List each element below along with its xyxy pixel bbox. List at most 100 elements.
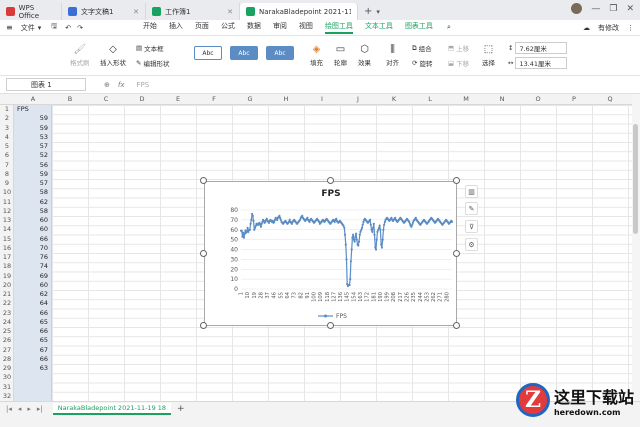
cell-value[interactable]: 70 — [40, 244, 48, 252]
row-header[interactable]: 27 — [0, 346, 14, 354]
cell-value[interactable]: 76 — [40, 253, 48, 261]
next-sheet-icon[interactable]: ▸ — [27, 405, 31, 413]
menu-review[interactable]: 审阅 — [273, 21, 287, 34]
format-brush-button[interactable]: 🖌 格式刷 — [70, 44, 90, 67]
first-sheet-icon[interactable]: |◂ — [6, 405, 12, 413]
column-header[interactable]: L — [412, 95, 448, 103]
row-header[interactable]: 4 — [0, 133, 14, 141]
hamburger-icon[interactable]: ≡ — [6, 23, 13, 32]
row-header[interactable]: 31 — [0, 383, 14, 391]
menu-page[interactable]: 页面 — [195, 21, 209, 34]
menu-drawing-tools[interactable]: 绘图工具 — [324, 21, 353, 34]
row-header[interactable]: 18 — [0, 262, 14, 270]
menu-formula[interactable]: 公式 — [221, 21, 235, 34]
row-header[interactable]: 21 — [0, 290, 14, 298]
column-header[interactable]: H — [268, 95, 304, 103]
row-header[interactable]: 14 — [0, 225, 14, 233]
cell-value[interactable]: 66 — [40, 327, 48, 335]
cell-value[interactable]: 60 — [40, 225, 48, 233]
sheet-tab[interactable]: NarakaBladepoint 2021-11-19 18 — [52, 402, 172, 415]
column-a-cells[interactable]: FPS 59 59 53 57 52 56 59 57 58 62 58 60 60 66 70 76 74 69 6… — [14, 105, 52, 401]
column-header[interactable]: B — [52, 95, 88, 103]
row-header[interactable]: 10 — [0, 188, 14, 196]
row-header[interactable]: 32 — [0, 392, 14, 400]
row-header[interactable]: 5 — [0, 142, 14, 150]
zoom-icon[interactable]: ⊕ — [104, 81, 110, 89]
column-header[interactable]: M — [448, 95, 484, 103]
restore-icon[interactable]: ❐ — [609, 4, 617, 14]
row-header[interactable]: 3 — [0, 124, 14, 132]
close-tab-icon[interactable]: ✕ — [227, 8, 233, 16]
search-icon[interactable]: ⌕ — [447, 23, 451, 32]
more-icon[interactable]: ⋮ — [627, 24, 634, 32]
outline-button[interactable]: ▭ 轮廓 — [334, 44, 347, 67]
resize-handle-ml[interactable] — [200, 250, 207, 257]
cell-value[interactable]: 56 — [40, 161, 48, 169]
row-header[interactable]: 13 — [0, 216, 14, 224]
row-header[interactable]: 2 — [0, 114, 14, 122]
redo-icon[interactable]: ↷ — [77, 24, 83, 32]
cell-value[interactable]: 63 — [40, 364, 48, 372]
cell-value[interactable]: 57 — [40, 179, 48, 187]
resize-handle-tr[interactable] — [453, 177, 460, 184]
close-tab-icon[interactable]: ✕ — [133, 8, 139, 16]
cell-value[interactable]: 66 — [40, 235, 48, 243]
cell-value[interactable]: 58 — [40, 188, 48, 196]
group-button[interactable]: ⧉ 组合 — [412, 43, 432, 54]
row-header[interactable]: 11 — [0, 198, 14, 206]
chart-settings-icon[interactable]: ⚙ — [465, 238, 478, 251]
new-tab-button[interactable]: + — [364, 6, 372, 17]
cell-value[interactable]: 65 — [40, 336, 48, 344]
row-header[interactable]: 19 — [0, 272, 14, 280]
cell-value[interactable]: 66 — [40, 355, 48, 363]
edit-shape-button[interactable]: ✎ 编辑形状 — [136, 58, 169, 68]
align-button[interactable]: ⫼ 对齐 — [386, 44, 399, 67]
resize-handle-bc[interactable] — [327, 322, 334, 329]
cell-value[interactable]: 59 — [40, 114, 48, 122]
row-header[interactable]: 8 — [0, 170, 14, 178]
column-header[interactable]: C — [88, 95, 124, 103]
column-header[interactable]: Q — [592, 95, 628, 103]
chart-filter-icon[interactable]: ⊽ — [465, 220, 478, 233]
column-header[interactable]: K — [376, 95, 412, 103]
cell-value[interactable]: 62 — [40, 290, 48, 298]
chart-elements-icon[interactable]: ▥ — [465, 185, 478, 198]
name-box[interactable]: 图表 1 — [6, 78, 86, 91]
close-icon[interactable]: ✕ — [626, 4, 634, 14]
add-sheet-button[interactable]: + — [177, 404, 185, 414]
tab-naraka-sheet[interactable]: NarakaBladepoint 2021-11-19 1 — [240, 3, 358, 20]
save-icon[interactable]: 🖫 — [51, 22, 57, 33]
cell-value[interactable]: 60 — [40, 281, 48, 289]
row-header[interactable]: 16 — [0, 244, 14, 252]
undo-icon[interactable]: ↶ — [65, 24, 71, 32]
column-header[interactable]: O — [520, 95, 556, 103]
cell-value[interactable]: FPS — [17, 105, 29, 113]
cell-value[interactable]: 59 — [40, 124, 48, 132]
fx-label[interactable]: fx — [118, 81, 125, 89]
column-header[interactable]: D — [124, 95, 160, 103]
cell-value[interactable]: 66 — [40, 309, 48, 317]
row-header[interactable]: 12 — [0, 207, 14, 215]
style-sample-outline[interactable]: Abc — [194, 46, 222, 60]
menu-chart-tools[interactable]: 图表工具 — [405, 21, 433, 34]
resize-handle-bl[interactable] — [200, 322, 207, 329]
tab-document[interactable]: 文字文稿1 ✕ — [62, 3, 146, 20]
prev-sheet-icon[interactable]: ◂ — [18, 405, 22, 413]
effect-button[interactable]: ⬡ 效果 — [358, 44, 371, 67]
column-header[interactable]: I — [304, 95, 340, 103]
row-header[interactable]: 26 — [0, 336, 14, 344]
column-header[interactable]: A — [14, 95, 52, 103]
column-header[interactable]: G — [232, 95, 268, 103]
cell-value[interactable]: 53 — [40, 133, 48, 141]
cell-value[interactable]: 74 — [40, 262, 48, 270]
move-down-button[interactable]: ⬓ 下移 — [448, 58, 469, 68]
row-header[interactable]: 15 — [0, 235, 14, 243]
fill-button[interactable]: ◈ 填充 — [310, 44, 323, 67]
column-header[interactable]: E — [160, 95, 196, 103]
cell-value[interactable]: 65 — [40, 318, 48, 326]
row-header[interactable]: 6 — [0, 151, 14, 159]
resize-handle-br[interactable] — [453, 322, 460, 329]
resize-handle-mr[interactable] — [453, 250, 460, 257]
menu-data[interactable]: 数据 — [247, 21, 261, 34]
avatar[interactable] — [571, 3, 583, 14]
